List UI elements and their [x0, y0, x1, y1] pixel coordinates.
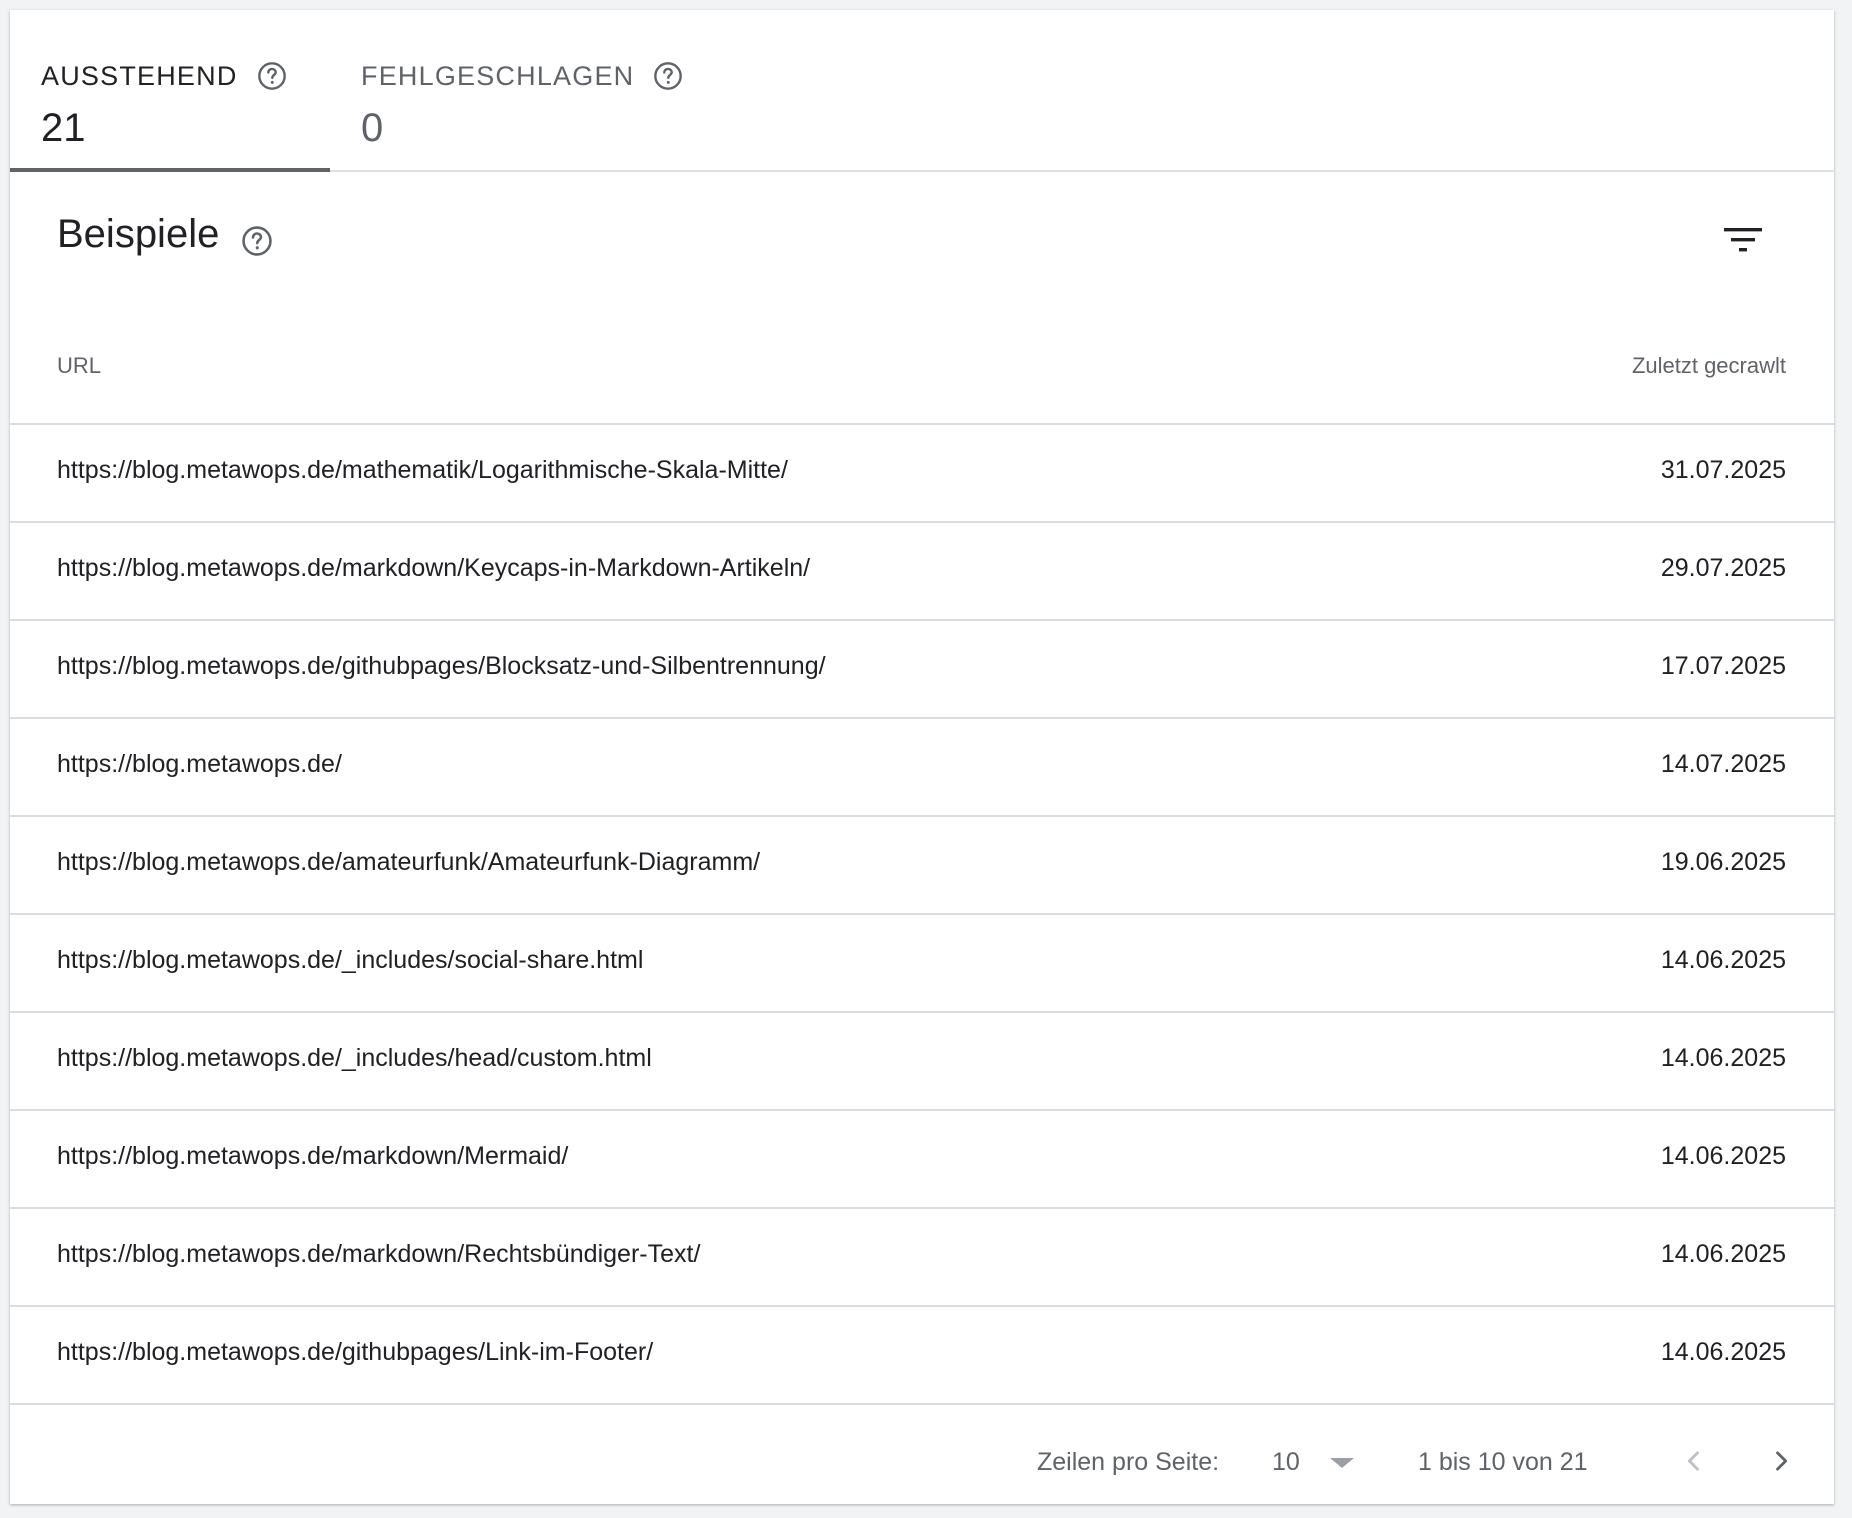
row-url[interactable]: https://blog.metawops.de/githubpages/Blo…: [57, 652, 826, 681]
row-url[interactable]: https://blog.metawops.de/amateurfunk/Ama…: [57, 848, 760, 877]
pagination-range: 1 bis 10 von 21: [1418, 1448, 1588, 1476]
row-url[interactable]: https://blog.metawops.de/mathematik/Loga…: [57, 456, 788, 485]
table-row[interactable]: https://blog.metawops.de/amateurfunk/Ama…: [10, 817, 1834, 915]
table-row[interactable]: https://blog.metawops.de/_includes/socia…: [10, 915, 1834, 1013]
row-date: 19.06.2025: [1660, 848, 1786, 876]
table-row[interactable]: https://blog.metawops.de/githubpages/Lin…: [10, 1307, 1834, 1405]
next-page-button[interactable]: [1755, 1435, 1807, 1487]
row-date: 14.06.2025: [1660, 1338, 1786, 1366]
table-row[interactable]: https://blog.metawops.de/ 14.07.2025: [10, 719, 1834, 817]
filter-icon[interactable]: [1715, 212, 1771, 268]
examples-card: AUSSTEHEND 21 FEHLGESCHLAGEN 0 Beispiele…: [10, 10, 1834, 1504]
row-url[interactable]: https://blog.metawops.de/markdown/Keycap…: [57, 554, 810, 583]
previous-page-button[interactable]: [1668, 1435, 1720, 1487]
chevron-left-icon: [1687, 1451, 1699, 1471]
tab-pending-label: AUSSTEHEND: [41, 60, 238, 91]
help-circle-icon[interactable]: [256, 60, 288, 92]
rows-per-page-label: Zeilen pro Seite:: [1037, 1448, 1220, 1476]
rows-per-page-value: 10: [1272, 1448, 1300, 1476]
column-header-url[interactable]: URL: [57, 353, 101, 379]
tab-failed-label: FEHLGESCHLAGEN: [361, 60, 635, 91]
table-row[interactable]: https://blog.metawops.de/markdown/Keycap…: [10, 523, 1834, 621]
row-date: 14.06.2025: [1660, 1240, 1786, 1268]
table-row[interactable]: https://blog.metawops.de/githubpages/Blo…: [10, 621, 1834, 719]
row-url[interactable]: https://blog.metawops.de/_includes/socia…: [57, 946, 643, 975]
table-header: URL Zuletzt gecrawlt: [10, 300, 1834, 425]
tab-failed[interactable]: FEHLGESCHLAGEN 0: [330, 10, 690, 170]
row-url[interactable]: https://blog.metawops.de/markdown/Mermai…: [57, 1142, 568, 1171]
rows-per-page-select[interactable]: 10: [1260, 1435, 1360, 1487]
row-url[interactable]: https://blog.metawops.de/: [57, 750, 342, 779]
column-header-last-crawled[interactable]: Zuletzt gecrawlt: [1632, 353, 1786, 379]
row-date: 14.06.2025: [1660, 1044, 1786, 1072]
table-body: https://blog.metawops.de/mathematik/Loga…: [10, 425, 1834, 1405]
tab-failed-count: 0: [361, 106, 384, 150]
table-row[interactable]: https://blog.metawops.de/markdown/Mermai…: [10, 1111, 1834, 1209]
pagination-footer: Zeilen pro Seite: 10 1 bis 10 von 21: [10, 1405, 1834, 1517]
row-date: 14.06.2025: [1660, 1142, 1786, 1170]
row-date: 17.07.2025: [1660, 652, 1786, 680]
section-header: Beispiele: [10, 172, 1834, 300]
table-row[interactable]: https://blog.metawops.de/mathematik/Loga…: [10, 425, 1834, 523]
section-title: Beispiele: [57, 212, 220, 256]
table-row[interactable]: https://blog.metawops.de/_includes/head/…: [10, 1013, 1834, 1111]
row-date: 31.07.2025: [1660, 456, 1786, 484]
table-row[interactable]: https://blog.metawops.de/markdown/Rechts…: [10, 1209, 1834, 1307]
row-date: 29.07.2025: [1660, 554, 1786, 582]
chevron-right-icon: [1776, 1451, 1788, 1471]
row-date: 14.07.2025: [1660, 750, 1786, 778]
row-url[interactable]: https://blog.metawops.de/githubpages/Lin…: [57, 1338, 653, 1367]
tab-pending-count: 21: [41, 106, 86, 150]
dropdown-arrow-icon: [1330, 1458, 1354, 1468]
help-circle-icon[interactable]: [240, 224, 274, 258]
tab-pending[interactable]: AUSSTEHEND 21: [10, 10, 330, 172]
row-url[interactable]: https://blog.metawops.de/_includes/head/…: [57, 1044, 652, 1073]
row-date: 14.06.2025: [1660, 946, 1786, 974]
help-circle-icon[interactable]: [652, 60, 684, 92]
status-tabs: AUSSTEHEND 21 FEHLGESCHLAGEN 0: [10, 10, 1834, 172]
row-url[interactable]: https://blog.metawops.de/markdown/Rechts…: [57, 1240, 700, 1269]
